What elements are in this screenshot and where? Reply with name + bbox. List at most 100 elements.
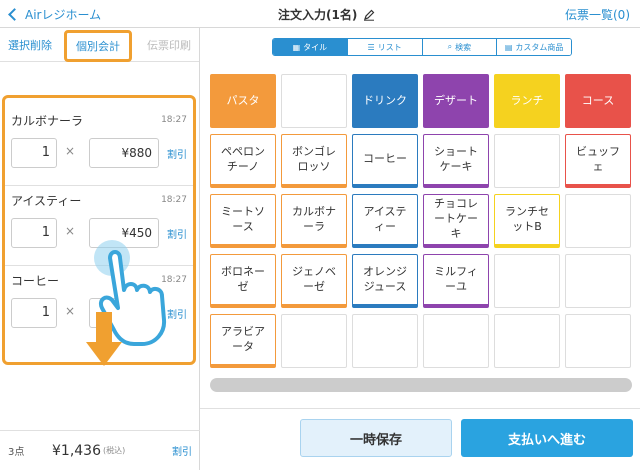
view-mode-tabs: ▦ タイル ☰ リスト ⌕ 検索 ▤ カスタム商品 <box>272 38 572 56</box>
menu-item-tile[interactable]: アラビア ータ <box>210 314 276 368</box>
tile-label: ミルフィ ーユ <box>434 264 478 293</box>
tile-label: パスタ <box>226 93 260 107</box>
item-name: アイスティー <box>11 194 82 208</box>
menu-item-tile[interactable]: チョコレ ートケー キ <box>423 194 489 248</box>
tile-label: ペペロン チーノ <box>221 144 265 173</box>
empty-tile <box>494 254 560 308</box>
tab-label: タイル <box>303 42 328 52</box>
tile-label: アラビア ータ <box>221 324 265 353</box>
empty-tile <box>281 314 347 368</box>
tile-label: アイステ ィー <box>363 204 407 233</box>
category-tile[interactable]: ランチ <box>494 74 560 128</box>
top-bar: Airレジホーム 注文入力(1名) 伝票一覧(0) <box>0 0 640 28</box>
tax-note: (税込) <box>103 446 126 455</box>
divider <box>200 408 640 409</box>
list-icon: ☰ <box>367 42 375 52</box>
menu-item-tile[interactable]: ショート ケーキ <box>423 134 489 188</box>
hold-button[interactable]: 一時保存 <box>300 419 452 457</box>
category-tile[interactable]: デザート <box>423 74 489 128</box>
menu-item-tile[interactable]: ボンゴレ ロッソ <box>281 134 347 188</box>
back-to-home-button[interactable]: Airレジホーム <box>8 6 102 23</box>
times-symbol: × <box>65 304 76 318</box>
item-time: 18:27 <box>161 115 187 125</box>
menu-item-tile[interactable]: ジェノベ ーゼ <box>281 254 347 308</box>
page-title-text: 注文入力(1名) <box>278 8 358 22</box>
register-icon: ▤ <box>504 42 513 52</box>
tile-label: デザート <box>434 93 478 107</box>
category-tile[interactable]: コース <box>565 74 631 128</box>
quantity-field[interactable]: 1 <box>11 298 57 328</box>
grid-icon: ▦ <box>292 42 301 52</box>
tile-label: コース <box>581 93 615 107</box>
tile-label: オレンジ ジュース <box>363 264 407 293</box>
tab-tile[interactable]: ▦ タイル <box>273 39 348 55</box>
tile-label: ドリンク <box>363 93 407 107</box>
back-label: Airレジホーム <box>25 8 102 22</box>
empty-tile <box>281 74 347 128</box>
order-summary: 3点 ¥1,436 (税込) 割引 <box>0 430 200 470</box>
menu-item-tile[interactable]: ボロネー ゼ <box>210 254 276 308</box>
select-delete-button[interactable]: 選択削除 <box>8 37 52 53</box>
tab-list[interactable]: ☰ リスト <box>347 39 423 55</box>
item-name: カルボナーラ <box>11 114 84 128</box>
menu-item-tile[interactable]: ランチセ ットB <box>494 194 560 248</box>
quantity-field[interactable]: 1 <box>11 138 57 168</box>
discount-button[interactable]: 割引 <box>167 146 187 161</box>
arrow-down-icon <box>86 312 122 366</box>
menu-item-tile[interactable]: ミートソ ース <box>210 194 276 248</box>
empty-tile <box>352 314 418 368</box>
menu-item-tile[interactable]: カルボナ ーラ <box>281 194 347 248</box>
tab-label: リスト <box>377 42 402 52</box>
edit-pencil-icon[interactable] <box>363 9 375 21</box>
tab-label: カスタム商品 <box>515 42 564 52</box>
tile-label: ボンゴレ ロッソ <box>292 144 336 173</box>
menu-panel: ▦ タイル ☰ リスト ⌕ 検索 ▤ カスタム商品 パスタ ドリンク デザート ランチ… <box>200 28 640 470</box>
page-title: 注文入力(1名) <box>278 6 375 23</box>
menu-item-tile[interactable]: ビュッフ ェ <box>565 134 631 188</box>
empty-tile <box>565 314 631 368</box>
menu-item-tile[interactable]: コーヒー <box>352 134 418 188</box>
tile-label: ジェノベ ーゼ <box>292 264 336 293</box>
item-time: 18:27 <box>161 195 187 205</box>
item-count: 3点 <box>8 447 25 458</box>
tab-label: 検索 <box>455 42 472 52</box>
tab-custom-item[interactable]: ▤ カスタム商品 <box>497 39 571 55</box>
category-tile[interactable]: ドリンク <box>352 74 418 128</box>
order-item[interactable]: カルボナーラ 18:27 1 × ¥880 割引 <box>5 98 193 186</box>
total-discount-button[interactable]: 割引 <box>172 443 192 458</box>
tile-label: ショート ケーキ <box>434 144 478 173</box>
times-symbol: × <box>65 144 76 158</box>
empty-tile <box>494 314 560 368</box>
menu-tile-grid: パスタ ドリンク デザート ランチ コースペペロン チーノ ボンゴレ ロッソ コーヒー ショー… <box>210 74 632 368</box>
menu-item-tile[interactable]: ペペロン チーノ <box>210 134 276 188</box>
menu-item-tile[interactable]: ミルフィ ーユ <box>423 254 489 308</box>
empty-tile <box>565 254 631 308</box>
item-name: コーヒー <box>11 274 60 288</box>
slip-list-button[interactable]: 伝票一覧(0) <box>565 6 630 23</box>
empty-tile <box>565 194 631 248</box>
price-field[interactable]: ¥880 <box>89 138 159 168</box>
menu-item-tile[interactable]: オレンジ ジュース <box>352 254 418 308</box>
tab-search[interactable]: ⌕ 検索 <box>422 39 498 55</box>
empty-tile <box>494 134 560 188</box>
tile-label: ボロネー ゼ <box>221 264 265 293</box>
tile-label: ランチセ ットB <box>505 204 549 233</box>
empty-tile <box>423 314 489 368</box>
category-tile[interactable]: パスタ <box>210 74 276 128</box>
total-amount: ¥1,436 <box>52 442 101 459</box>
proceed-to-payment-button[interactable]: 支払いへ進む <box>461 419 633 457</box>
chevron-left-icon <box>8 8 21 21</box>
horizontal-scrollbar[interactable] <box>210 378 632 392</box>
print-slip-button[interactable]: 伝票印刷 <box>147 37 191 53</box>
menu-item-tile[interactable]: アイステ ィー <box>352 194 418 248</box>
individual-checkout-button[interactable]: 個別会計 <box>64 30 132 62</box>
tile-label: コーヒー <box>363 152 407 166</box>
tile-label: チョコレ ートケー キ <box>434 197 478 240</box>
quantity-field[interactable]: 1 <box>11 218 57 248</box>
search-icon: ⌕ <box>447 42 453 51</box>
tile-label: ビュッフ ェ <box>576 144 620 173</box>
tile-label: ミートソ ース <box>221 204 265 233</box>
tile-label: カルボナ ーラ <box>292 204 336 233</box>
times-symbol: × <box>65 224 76 238</box>
tile-label: ランチ <box>510 93 544 107</box>
